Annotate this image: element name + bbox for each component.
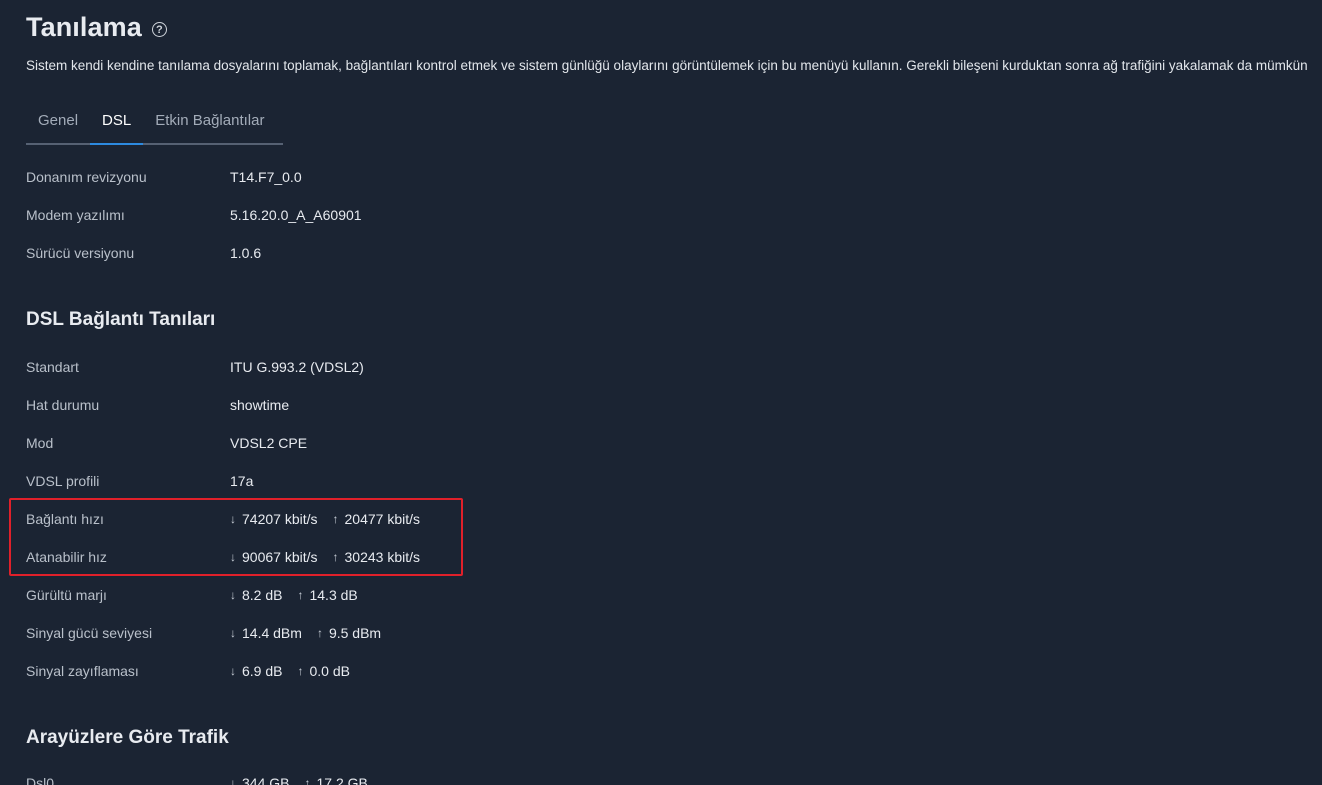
dsl-label: Bağlantı hızı (26, 511, 104, 527)
up-arrow-icon: ↑ (304, 776, 311, 785)
page-description: Sistem kendi kendine tanılama dosyaların… (26, 58, 1308, 73)
info-value: T14.F7_0.0 (230, 169, 302, 185)
dsl-value: ↓ 14.4 dBm ↑ 9.5 dBm (230, 625, 381, 641)
dsl-row-vdsl-profile: VDSL profili 17a (26, 471, 626, 491)
dsl-row-attainable-rate: Atanabilir hız ↓ 90067 kbit/s ↑ 30243 kbit… (26, 547, 626, 567)
tab-bar: Genel DSL Etkin Bağlantılar (26, 104, 283, 145)
upstream-value: ↑ 30243 kbit/s (332, 549, 421, 565)
dsl-value: ITU G.993.2 (VDSL2) (230, 359, 364, 375)
dsl-label: Gürültü marjı (26, 587, 107, 603)
info-label: Donanım revizyonu (26, 169, 147, 185)
dsl-label: Atanabilir hız (26, 549, 107, 565)
up-arrow-icon: ↑ (316, 626, 323, 640)
info-value: 5.16.20.0_A_A60901 (230, 207, 362, 223)
dsl-section-title: DSL Bağlantı Tanıları (26, 309, 216, 330)
dsl-row-connection-rate: Bağlantı hızı ↓ 74207 kbit/s ↑ 20477 kbit/… (26, 509, 626, 529)
downstream-value: ↓ 8.2 dB (230, 587, 283, 603)
dsl-label: Sinyal zayıflaması (26, 663, 139, 679)
traffic-section-title: Arayüzlere Göre Trafik (26, 727, 229, 748)
dsl-label: VDSL profili (26, 473, 100, 489)
dsl-label: Standart (26, 359, 79, 375)
page-title: Tanılama (26, 12, 142, 42)
upstream-value: ↑ 0.0 dB (297, 663, 350, 679)
upstream-value: ↑ 17.2 GB (304, 775, 367, 785)
traffic-label: Dsl0 (26, 775, 55, 785)
info-row-driver: Sürücü versiyonu 1.0.6 (26, 243, 626, 263)
dsl-row-standard: Standart ITU G.993.2 (VDSL2) (26, 357, 626, 377)
down-arrow-icon: ↓ (230, 588, 236, 602)
dsl-row-signal-power: Sinyal gücü seviyesi ↓ 14.4 dBm ↑ 9.5 dBm (26, 623, 626, 643)
upstream-value: ↑ 20477 kbit/s (332, 511, 421, 527)
down-arrow-icon: ↓ (230, 550, 236, 564)
dsl-value: ↓ 74207 kbit/s ↑ 20477 kbit/s (230, 511, 420, 527)
info-label: Modem yazılımı (26, 207, 125, 223)
down-arrow-icon: ↓ (230, 664, 236, 678)
diagnostics-page: Tanılama ? Sistem kendi kendine tanılama… (0, 0, 1322, 785)
down-arrow-icon: ↓ (230, 626, 236, 640)
info-row-hardware: Donanım revizyonu T14.F7_0.0 (26, 167, 626, 187)
title-row: Tanılama ? (26, 12, 167, 43)
info-row-firmware: Modem yazılımı 5.16.20.0_A_A60901 (26, 205, 626, 225)
up-arrow-icon: ↑ (297, 664, 304, 678)
traffic-row-dsl0: Dsl0 ↓ 344 GB ↑ 17.2 GB (26, 773, 626, 785)
dsl-row-noise-margin: Gürültü marjı ↓ 8.2 dB ↑ 14.3 dB (26, 585, 626, 605)
dsl-value: VDSL2 CPE (230, 435, 308, 451)
tab-etkin-baglantilar[interactable]: Etkin Bağlantılar (143, 104, 276, 143)
dsl-value: 17a (230, 473, 254, 489)
downstream-value: ↓ 14.4 dBm (230, 625, 302, 641)
down-arrow-icon: ↓ (230, 512, 236, 526)
dsl-value: ↓ 90067 kbit/s ↑ 30243 kbit/s (230, 549, 420, 565)
tab-dsl[interactable]: DSL (90, 104, 144, 145)
dsl-label: Mod (26, 435, 54, 451)
downstream-value: ↓ 6.9 dB (230, 663, 283, 679)
dsl-row-attenuation: Sinyal zayıflaması ↓ 6.9 dB ↑ 0.0 dB (26, 661, 626, 681)
up-arrow-icon: ↑ (332, 550, 339, 564)
upstream-value: ↑ 9.5 dBm (316, 625, 382, 641)
traffic-value: ↓ 344 GB ↑ 17.2 GB (230, 775, 368, 785)
info-label: Sürücü versiyonu (26, 245, 135, 261)
dsl-label: Hat durumu (26, 397, 100, 413)
upstream-value: ↑ 14.3 dB (297, 587, 358, 603)
dsl-value: ↓ 6.9 dB ↑ 0.0 dB (230, 663, 350, 679)
dsl-label: Sinyal gücü seviyesi (26, 625, 153, 641)
info-value: 1.0.6 (230, 245, 262, 261)
downstream-value: ↓ 344 GB (230, 775, 289, 785)
up-arrow-icon: ↑ (332, 512, 339, 526)
help-icon[interactable]: ? (151, 22, 167, 37)
dsl-value: showtime (230, 397, 290, 413)
downstream-value: ↓ 74207 kbit/s (230, 511, 318, 527)
downstream-value: ↓ 90067 kbit/s (230, 549, 318, 565)
tab-genel[interactable]: Genel (26, 104, 90, 143)
dsl-value: ↓ 8.2 dB ↑ 14.3 dB (230, 587, 358, 603)
dsl-row-line-status: Hat durumu showtime (26, 395, 626, 415)
up-arrow-icon: ↑ (297, 588, 304, 602)
down-arrow-icon: ↓ (230, 776, 236, 785)
dsl-row-mode: Mod VDSL2 CPE (26, 433, 626, 453)
